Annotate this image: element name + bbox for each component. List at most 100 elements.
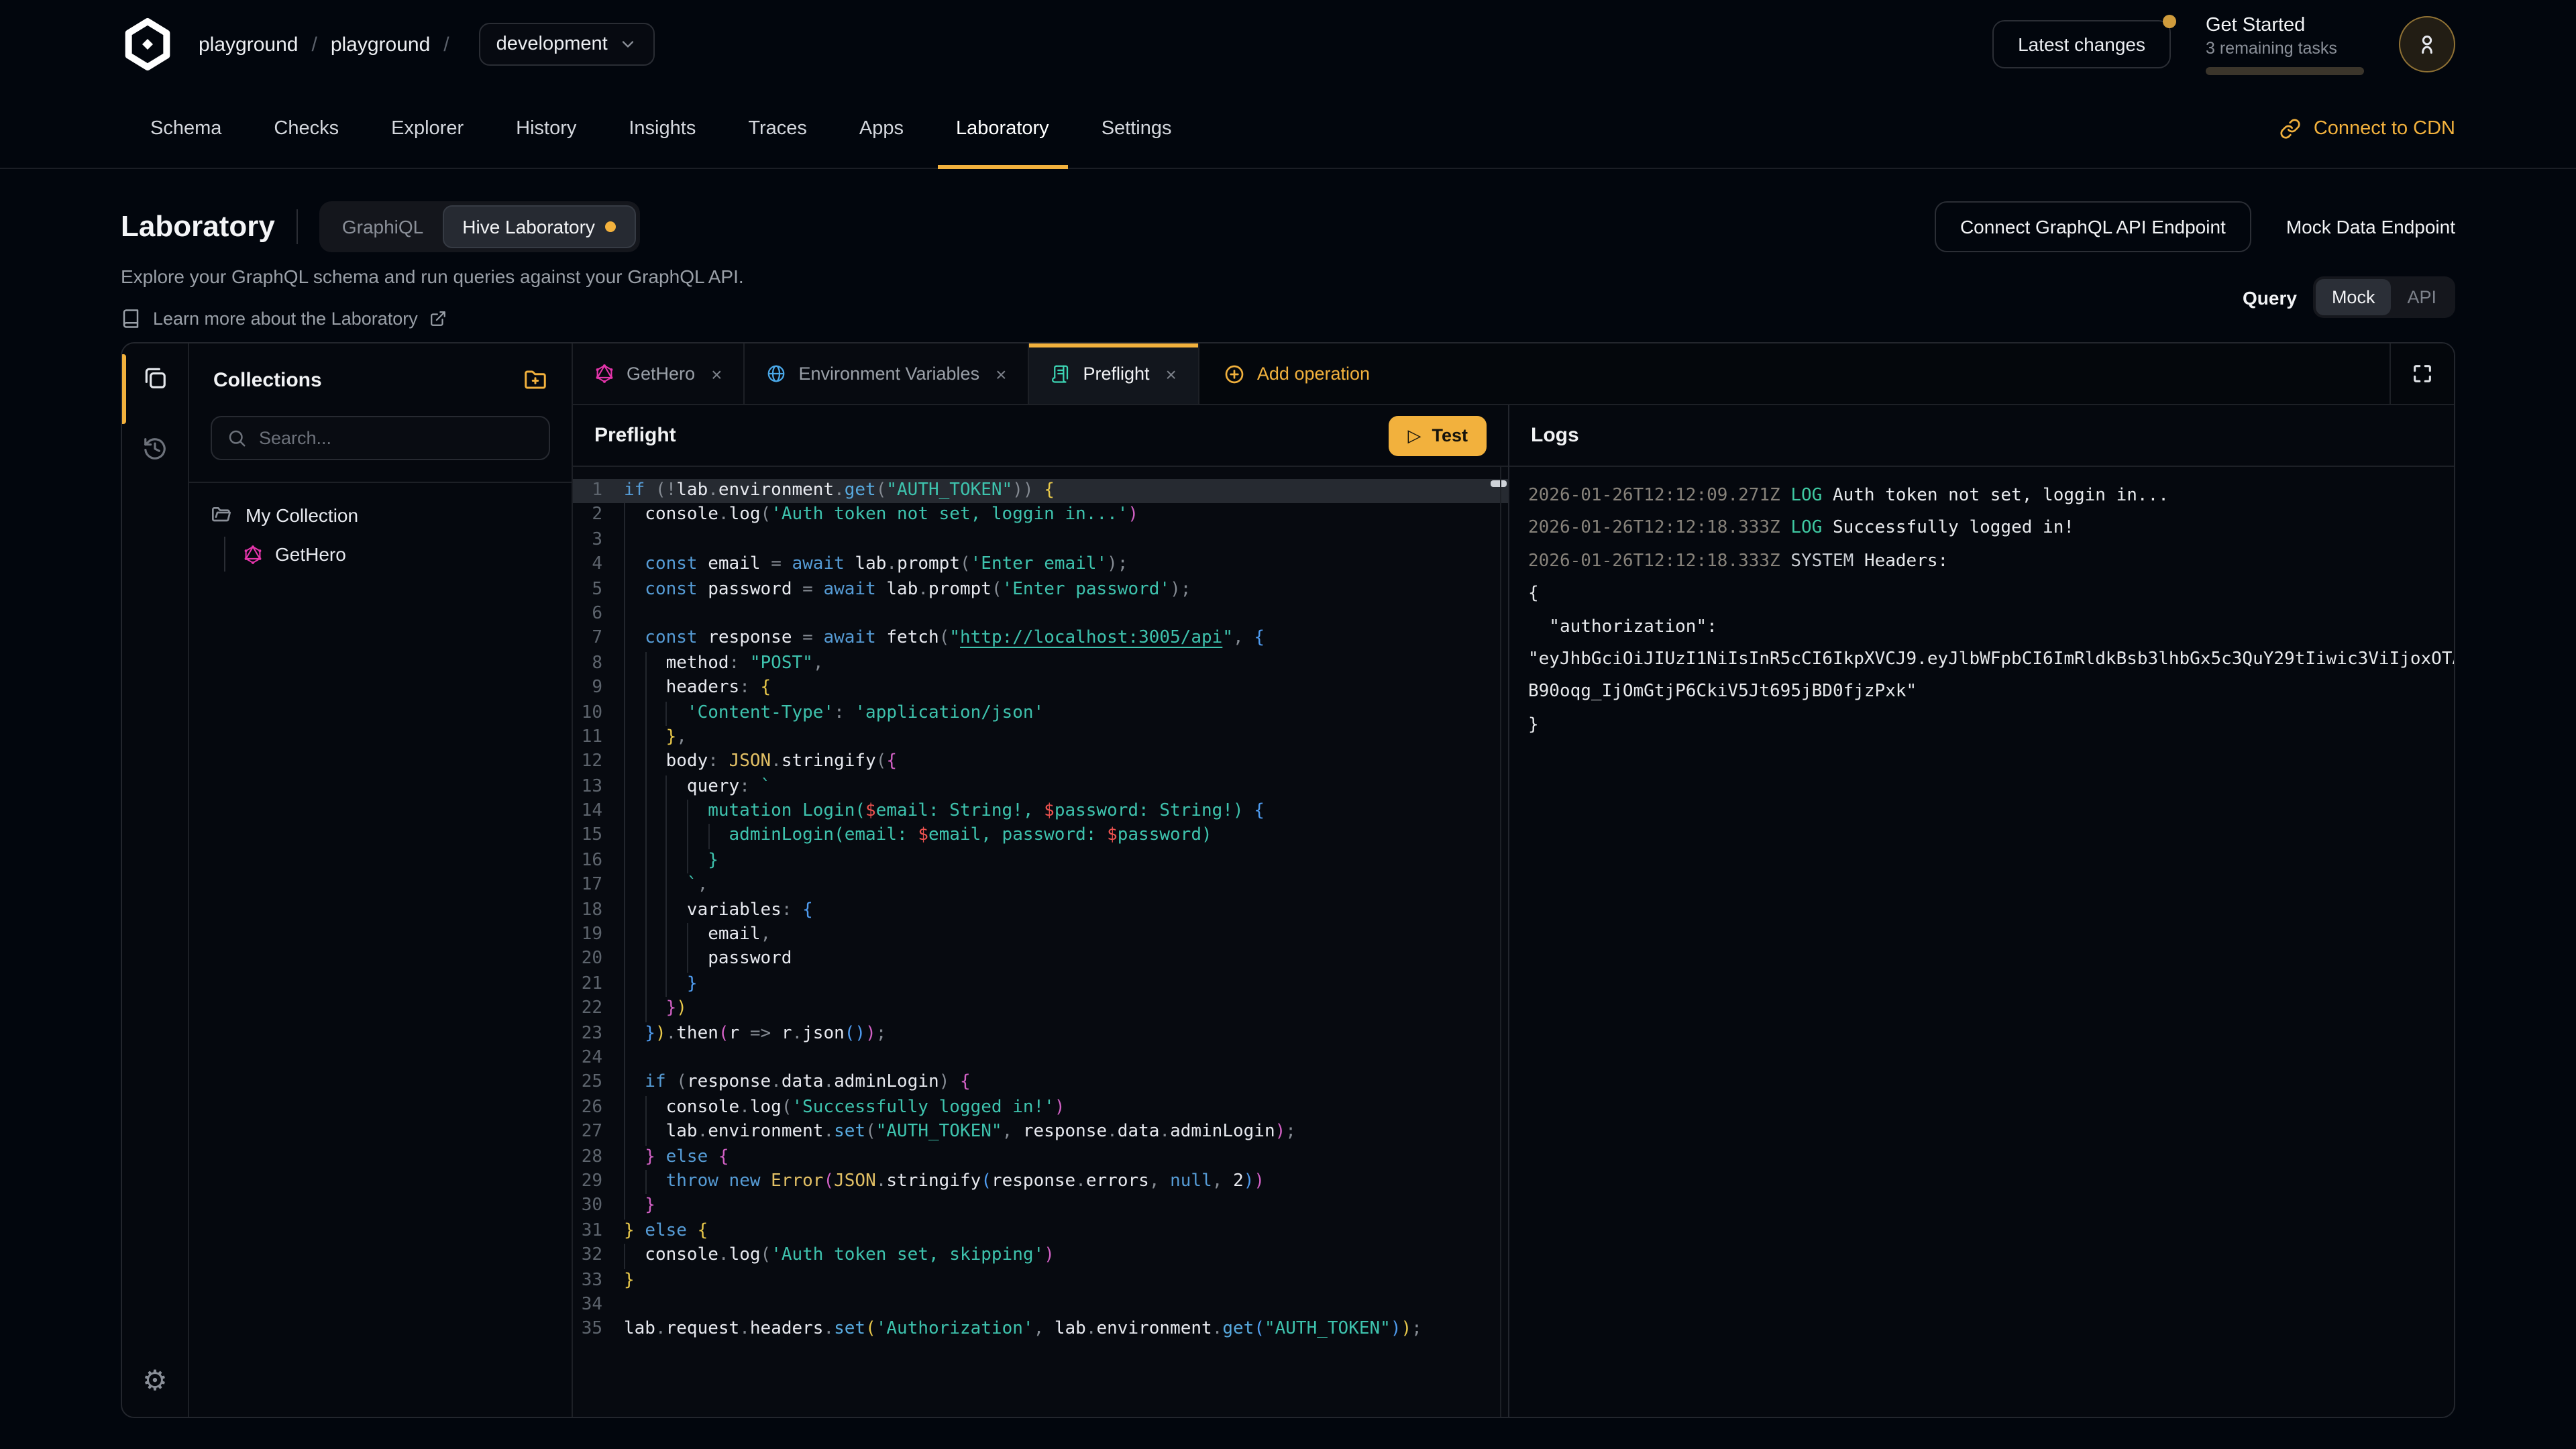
endpoint-option-api[interactable]: API [2391,279,2453,315]
log-entry: 2026-01-26T12:12:18.333Z LOG Successfull… [1528,517,2454,550]
get-started-subtitle: 3 remaining tasks [2206,38,2364,57]
code-line: 23 }).then(r => r.json()); [573,1022,1508,1046]
log-detail-line: B90oqg_IjOmGtjP6CkiV5Jt695jBD0fjzPxk" [1528,681,2454,714]
learn-more-link[interactable]: Learn more about the Laboratory [121,309,744,329]
mode-option-hive-laboratory[interactable]: Hive Laboratory [442,205,637,248]
target-selector-value: development [496,34,608,55]
link-icon [2280,117,2302,139]
graphql-icon [594,364,614,384]
sidebar-icon-strip: ⚙ [122,343,189,1417]
page-subtitle: Explore your GraphQL schema and run quer… [121,266,744,287]
nav-tab-insights[interactable]: Insights [626,89,698,168]
target-selector[interactable]: development [479,23,655,66]
collection-children: GetHero [224,537,550,572]
collections-search[interactable] [211,416,550,460]
editor-scrollbar-thumb[interactable] [1491,480,1507,487]
nav-tab-checks[interactable]: Checks [271,89,341,168]
chevron-down-icon [619,35,637,54]
log-entry: 2026-01-26T12:12:18.333Z SYSTEM Headers: [1528,550,2454,583]
nav-tab-settings[interactable]: Settings [1099,89,1175,168]
notification-dot [2163,15,2176,28]
collection-folder[interactable]: My Collection [211,504,550,526]
log-detail-line: } [1528,713,2454,746]
code-line: 8 method: "POST", [573,651,1508,676]
code-line: 5 const password = await lab.prompt('Ent… [573,578,1508,602]
latest-changes-button[interactable]: Latest changes [1992,20,2171,68]
code-line: 29 throw new Error(JSON.stringify(respon… [573,1170,1508,1195]
code-line: 9 headers: { [573,676,1508,701]
code-line: 31} else { [573,1219,1508,1244]
project-nav: Schema Checks Explorer History Insights … [0,89,2576,169]
code-line: 3 [573,529,1508,553]
nav-tab-history[interactable]: History [513,89,579,168]
code-line: 10 'Content-Type': 'application/json' [573,701,1508,726]
hive-logo-icon[interactable] [121,17,174,71]
add-collection-icon[interactable] [523,368,547,392]
code-line: 2 console.log('Auth token not set, loggi… [573,504,1508,529]
preflight-editor-pane: Preflight ▷ Test 1if (!lab.environment.g… [573,405,1509,1417]
nav-tab-traces[interactable]: Traces [745,89,810,168]
breadcrumb-project[interactable]: playground [331,33,430,56]
search-input[interactable] [259,428,534,448]
code-line: 28 } else { [573,1145,1508,1170]
collections-title: Collections [213,368,322,391]
code-line: 21 } [573,973,1508,998]
code-line: 17 `, [573,874,1508,899]
test-button[interactable]: ▷ Test [1389,415,1487,455]
globe-icon [766,364,786,384]
close-tab-icon[interactable]: × [996,363,1006,384]
tab-environment-variables[interactable]: Environment Variables × [745,343,1029,404]
code-line: 26 console.log('Successfully logged in!'… [573,1096,1508,1121]
code-line: 7 const response = await fetch("http://l… [573,627,1508,652]
operation-label: GetHero [275,543,346,565]
logs-pane: Logs 2026-01-26T12:12:09.271Z LOG Auth t… [1509,405,2454,1417]
code-line: 12 body: JSON.stringify({ [573,751,1508,775]
nav-tab-explorer[interactable]: Explorer [388,89,466,168]
log-detail-line: "authorization": [1528,615,2454,648]
breadcrumb-separator: / [311,33,317,56]
code-line: 11 }, [573,726,1508,751]
script-icon [1051,364,1071,384]
mode-option-graphiql[interactable]: GraphiQL [323,207,442,247]
settings-gear-icon[interactable]: ⚙ [142,1367,168,1395]
tabbar-spacer [1394,343,2390,404]
mock-data-endpoint-button[interactable]: Mock Data Endpoint [2286,216,2455,237]
laboratory-panel: ⚙ Collections [121,342,2455,1418]
log-entry: 2026-01-26T12:12:09.271Z LOG Auth token … [1528,484,2454,517]
code-line: 24 [573,1046,1508,1071]
log-detail-line: "eyJhbGciOiJIUzI1NiIsInR5cCI6IkpXVCJ9.ey… [1528,648,2454,681]
fullscreen-icon[interactable] [2390,343,2454,404]
code-line: 25 if (response.data.adminLogin) { [573,1071,1508,1096]
get-started-widget[interactable]: Get Started 3 remaining tasks [2206,14,2364,74]
collections-icon[interactable] [142,365,168,390]
tab-gethero[interactable]: GetHero × [573,343,745,404]
collection-operation-gethero[interactable]: GetHero [243,537,550,572]
preflight-pane-title: Preflight [594,424,676,447]
user-avatar[interactable] [2399,16,2455,72]
active-strip-indicator [122,354,126,424]
get-started-progress [2206,66,2364,74]
breadcrumb-org[interactable]: playground [199,33,298,56]
code-line: 34 [573,1293,1508,1318]
connect-to-cdn-link[interactable]: Connect to CDN [2280,89,2455,168]
close-tab-icon[interactable]: × [1166,363,1177,384]
graphql-icon [243,544,263,564]
header-right: Latest changes Get Started 3 remaining t… [1992,14,2455,74]
history-icon[interactable] [142,436,168,462]
nav-tab-schema[interactable]: Schema [148,89,224,168]
endpoint-option-mock[interactable]: Mock [2316,279,2392,315]
endpoint-toggle: Mock API [2313,276,2455,318]
code-editor[interactable]: 1if (!lab.environment.get("AUTH_TOKEN"))… [573,467,1508,1417]
code-line: 30 } [573,1195,1508,1220]
log-entries: 2026-01-26T12:12:09.271Z LOG Auth token … [1509,467,2454,1417]
code-line: 32 console.log('Auth token set, skipping… [573,1244,1508,1269]
folder-open-icon [211,504,232,526]
nav-tab-apps[interactable]: Apps [857,89,906,168]
close-tab-icon[interactable]: × [711,363,722,384]
book-icon [121,309,141,329]
nav-tab-laboratory[interactable]: Laboratory [953,89,1052,168]
connect-graphql-endpoint-button[interactable]: Connect GraphQL API Endpoint [1935,201,2251,252]
tab-preflight[interactable]: Preflight × [1029,343,1199,404]
add-operation-button[interactable]: Add operation [1199,343,1394,404]
plus-circle-icon [1224,363,1245,384]
